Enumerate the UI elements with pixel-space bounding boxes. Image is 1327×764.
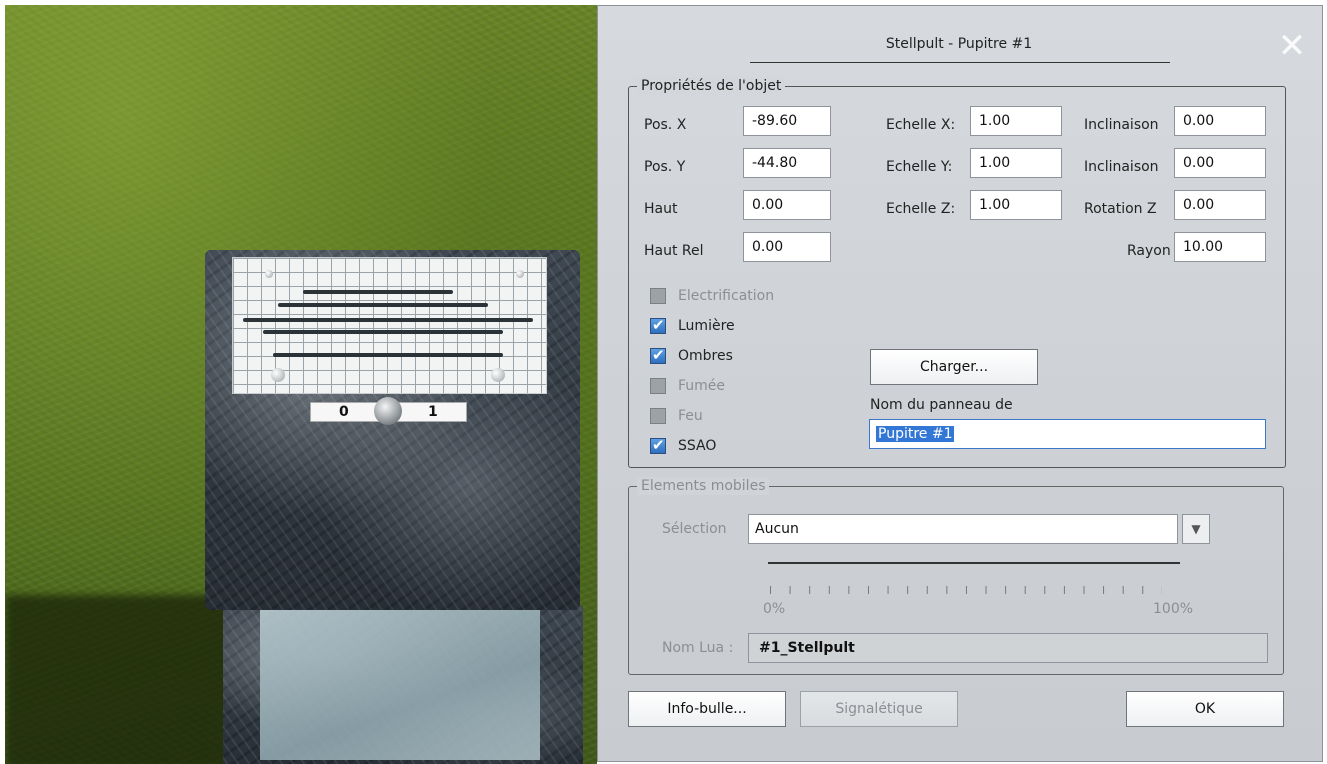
lua-name-field: #1_Stellpult xyxy=(748,633,1268,663)
rotation-z-input[interactable] xyxy=(1174,190,1266,220)
fire-label: Feu xyxy=(678,408,703,424)
slider-max-label: 100% xyxy=(1153,601,1194,617)
signage-button[interactable]: Signalétique xyxy=(800,691,958,727)
tilt-1-label: Inclinaison xyxy=(1084,117,1159,133)
slider-min-label: 0% xyxy=(763,601,786,617)
ok-button[interactable]: OK xyxy=(1126,691,1284,727)
pos-x-input[interactable] xyxy=(743,106,831,136)
scale-y-label: Echelle Y: xyxy=(886,159,953,175)
light-checkbox[interactable] xyxy=(650,316,666,334)
shadows-label: Ombres xyxy=(678,348,733,364)
scale-y-input[interactable] xyxy=(970,148,1062,178)
scale-x-label: Echelle X: xyxy=(886,117,956,133)
tilt-2-input[interactable] xyxy=(1174,148,1266,178)
height-input[interactable] xyxy=(743,190,831,220)
lua-name-label: Nom Lua : xyxy=(662,640,734,656)
object-shadow xyxy=(5,595,245,764)
rotation-z-label: Rotation Z xyxy=(1084,201,1157,217)
lever-switch: 0 1 xyxy=(310,397,467,425)
radius-input[interactable] xyxy=(1174,232,1266,262)
panel-name-input[interactable]: Pupitre #1 xyxy=(869,419,1266,449)
fire-checkbox[interactable] xyxy=(650,408,666,424)
smoke-label: Fumée xyxy=(678,378,726,394)
dialog-title: Stellpult - Pupitre #1 xyxy=(885,36,1033,52)
scale-z-input[interactable] xyxy=(970,190,1062,220)
track-line xyxy=(243,318,533,322)
object-properties-legend: Propriétés de l'objet xyxy=(637,77,786,95)
selection-dropdown[interactable]: Aucun xyxy=(748,514,1178,544)
height-label: Haut xyxy=(644,201,678,217)
height-rel-input[interactable] xyxy=(743,232,831,262)
tooltip-button[interactable]: Info-bulle... xyxy=(628,691,786,727)
scale-x-input[interactable] xyxy=(970,106,1062,136)
track-line xyxy=(263,330,503,334)
smoke-checkbox[interactable] xyxy=(650,378,666,394)
track-line xyxy=(273,353,503,357)
slider-track[interactable] xyxy=(768,562,1180,564)
chevron-down-icon[interactable]: ▼ xyxy=(1182,514,1210,544)
properties-dialog: Stellpult - Pupitre #1 ✕ Propriétés de l… xyxy=(597,5,1323,762)
track-panel-plate xyxy=(232,257,547,394)
ssao-checkbox[interactable] xyxy=(650,436,666,454)
shadows-checkbox[interactable] xyxy=(650,346,666,364)
tilt-2-label: Inclinaison xyxy=(1084,159,1159,175)
panel-knob xyxy=(491,368,505,382)
switch-label-0: 0 xyxy=(339,404,349,420)
panel-name-label: Nom du panneau de xyxy=(870,397,1013,413)
pos-x-label: Pos. X xyxy=(644,117,687,133)
switch-label-1: 1 xyxy=(428,404,438,420)
switch-knob xyxy=(374,397,402,425)
slider-ticks xyxy=(770,586,1162,594)
electrification-checkbox[interactable] xyxy=(650,288,666,304)
panel-knob xyxy=(271,368,285,382)
scene-viewport[interactable]: 0 1 xyxy=(5,5,597,764)
electrification-label: Electrification xyxy=(678,288,775,304)
panel-knob xyxy=(516,270,524,278)
light-label: Lumière xyxy=(678,318,735,334)
scale-z-label: Echelle Z: xyxy=(886,201,956,217)
load-button[interactable]: Charger... xyxy=(870,349,1038,385)
tilt-1-input[interactable] xyxy=(1174,106,1266,136)
pos-y-input[interactable] xyxy=(743,148,831,178)
title-underline xyxy=(750,62,1170,63)
track-line xyxy=(303,290,453,294)
ssao-label: SSAO xyxy=(678,438,717,454)
pedestal-glass xyxy=(260,610,540,760)
track-line xyxy=(278,303,488,307)
moving-elements-legend: Elements mobiles xyxy=(637,477,770,495)
panel-knob xyxy=(265,270,273,278)
radius-label: Rayon xyxy=(1127,243,1171,259)
height-rel-label: Haut Rel xyxy=(644,243,704,259)
panel-name-value: Pupitre #1 xyxy=(876,426,955,442)
selection-label: Sélection xyxy=(662,521,727,537)
pos-y-label: Pos. Y xyxy=(644,159,686,175)
close-icon[interactable]: ✕ xyxy=(1274,28,1310,64)
